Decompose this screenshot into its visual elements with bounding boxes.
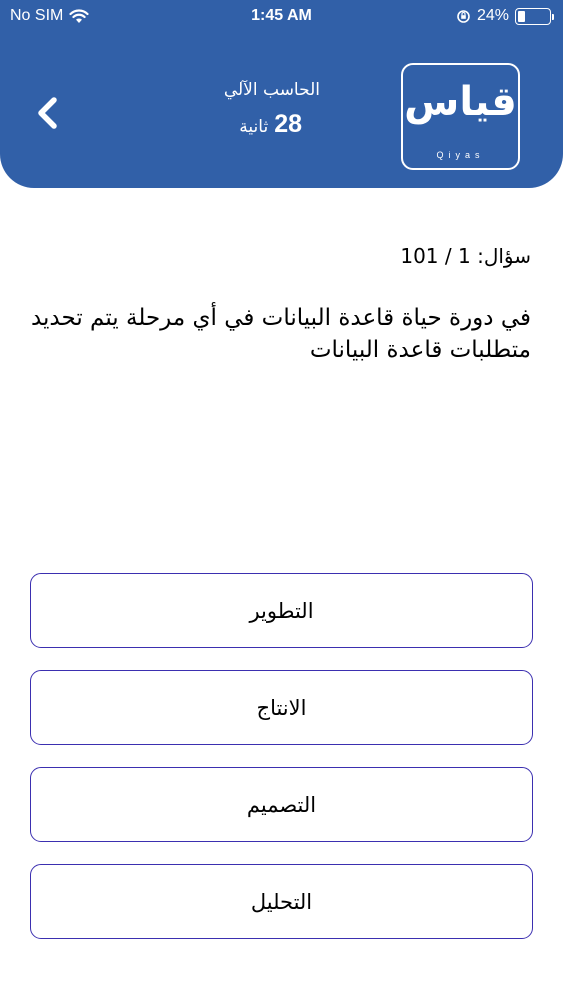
answer-option[interactable]: التحليل xyxy=(30,864,533,939)
answer-option-label: الانتاج xyxy=(256,695,307,720)
battery-icon xyxy=(515,7,554,25)
chevron-left-icon xyxy=(38,97,57,129)
logo-latin-text: Qiyas xyxy=(436,150,485,160)
question-counter: سؤال: 1 / 101 xyxy=(400,244,531,268)
answer-option-label: التطوير xyxy=(249,598,314,623)
answer-option[interactable]: الانتاج xyxy=(30,670,533,745)
header: No SIM 1:45 AM 24% الحاسب الآلي 28ثانية … xyxy=(0,0,563,188)
subject-title: الحاسب الآلي xyxy=(223,80,320,100)
timer-value: 28 xyxy=(274,110,302,138)
qiyas-logo: قياس Qiyas xyxy=(401,63,520,170)
answer-option[interactable]: التصميم xyxy=(30,767,533,842)
logo-arabic-text: قياس xyxy=(404,79,517,125)
orientation-lock-icon xyxy=(457,9,470,23)
timer: 28ثانية xyxy=(150,110,302,139)
status-bar: No SIM 1:45 AM 24% xyxy=(0,0,563,34)
question-text: في دورة حياة قاعدة البيانات في أي مرحلة … xyxy=(30,305,531,363)
answer-option-label: التصميم xyxy=(246,792,317,817)
answer-option[interactable]: التطوير xyxy=(30,573,533,648)
battery-percent: 24% xyxy=(476,7,509,24)
back-button[interactable] xyxy=(30,94,70,140)
timer-unit: ثانية xyxy=(239,117,269,137)
answer-option-label: التحليل xyxy=(250,889,313,914)
